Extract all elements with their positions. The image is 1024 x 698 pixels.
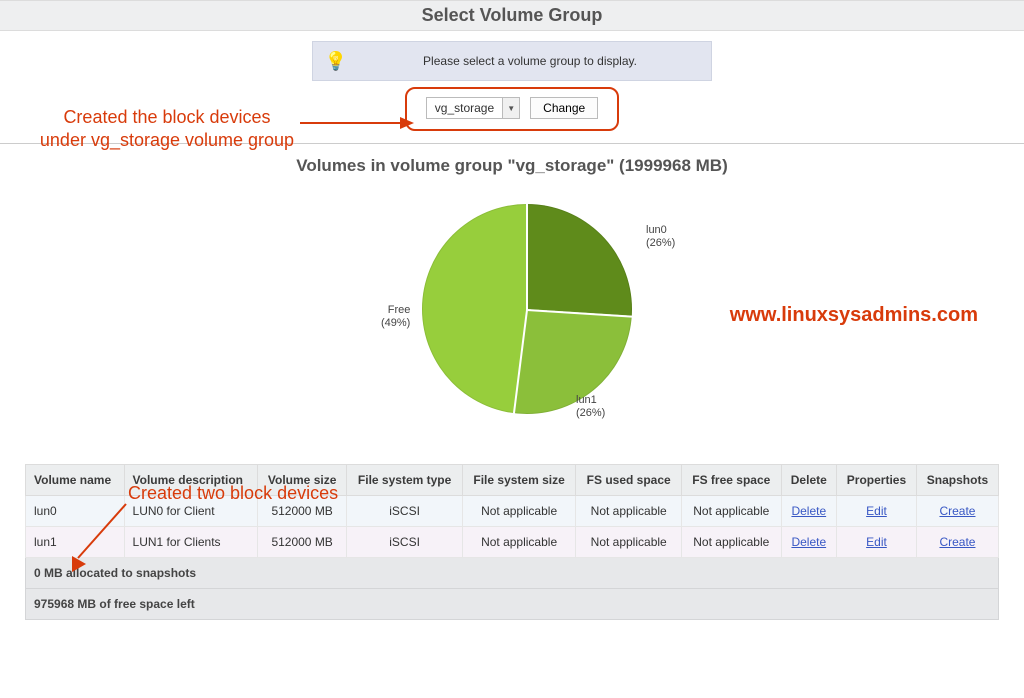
col-fs-used: FS used space bbox=[576, 465, 682, 496]
col-properties: Properties bbox=[837, 465, 917, 496]
cell-fstype: iSCSI bbox=[347, 496, 463, 527]
section-heading: Volumes in volume group "vg_storage" (19… bbox=[0, 156, 1024, 176]
pie-label-lun1: lun1 (26%) bbox=[576, 394, 605, 420]
pie-label-lun0: lun0 (26%) bbox=[646, 224, 675, 250]
cell-size: 512000 MB bbox=[257, 527, 346, 558]
section-heading-bar: Volumes in volume group "vg_storage" (19… bbox=[0, 150, 1024, 184]
create-snapshot-link[interactable]: Create bbox=[939, 504, 975, 518]
arrow-icon bbox=[300, 112, 416, 134]
table-footer-snapshots: 0 MB allocated to snapshots bbox=[26, 558, 999, 589]
lightbulb-icon: 💡 bbox=[323, 51, 349, 72]
pie-chart bbox=[422, 204, 632, 414]
page-title-bar: Select Volume Group bbox=[0, 0, 1024, 31]
col-fs-free: FS free space bbox=[682, 465, 781, 496]
info-banner: 💡 Please select a volume group to displa… bbox=[312, 41, 712, 81]
annotation-vg: Created the block devices under vg_stora… bbox=[22, 106, 312, 151]
page-title: Select Volume Group bbox=[0, 5, 1024, 26]
vg-select-value: vg_storage bbox=[427, 98, 503, 118]
edit-link[interactable]: Edit bbox=[866, 535, 887, 549]
cell-free: Not applicable bbox=[682, 527, 781, 558]
col-volume-name: Volume name bbox=[26, 465, 125, 496]
info-message: Please select a volume group to display. bbox=[359, 54, 701, 68]
edit-link[interactable]: Edit bbox=[866, 504, 887, 518]
chart-area: lun0 (26%) lun1 (26%) Free (49%) www.lin… bbox=[0, 184, 1024, 454]
cell-desc: LUN1 for Clients bbox=[124, 527, 257, 558]
cell-name: lun0 bbox=[26, 496, 125, 527]
table-row: lun1 LUN1 for Clients 512000 MB iSCSI No… bbox=[26, 527, 999, 558]
col-fs-size: File system size bbox=[462, 465, 575, 496]
col-snapshots: Snapshots bbox=[916, 465, 998, 496]
cell-used: Not applicable bbox=[576, 496, 682, 527]
delete-link[interactable]: Delete bbox=[791, 535, 826, 549]
cell-fstype: iSCSI bbox=[347, 527, 463, 558]
vg-select[interactable]: vg_storage ▼ bbox=[426, 97, 520, 119]
cell-free: Not applicable bbox=[682, 496, 781, 527]
col-fs-type: File system type bbox=[347, 465, 463, 496]
cell-name: lun1 bbox=[26, 527, 125, 558]
cell-fssize: Not applicable bbox=[462, 527, 575, 558]
delete-link[interactable]: Delete bbox=[791, 504, 826, 518]
table-footer-freespace: 975968 MB of free space left bbox=[26, 589, 999, 620]
annotation-devices: Created two block devices bbox=[128, 482, 338, 505]
col-delete: Delete bbox=[781, 465, 837, 496]
cell-fssize: Not applicable bbox=[462, 496, 575, 527]
chevron-down-icon: ▼ bbox=[503, 98, 519, 118]
change-button[interactable]: Change bbox=[530, 97, 598, 119]
cell-used: Not applicable bbox=[576, 527, 682, 558]
footer-freespace-text: 975968 MB of free space left bbox=[26, 589, 999, 620]
footer-snapshots-text: 0 MB allocated to snapshots bbox=[26, 558, 999, 589]
pie-label-free: Free (49%) bbox=[381, 304, 410, 330]
create-snapshot-link[interactable]: Create bbox=[939, 535, 975, 549]
vg-selector-panel: vg_storage ▼ Change bbox=[405, 87, 619, 131]
watermark-text: www.linuxsysadmins.com bbox=[730, 304, 978, 327]
